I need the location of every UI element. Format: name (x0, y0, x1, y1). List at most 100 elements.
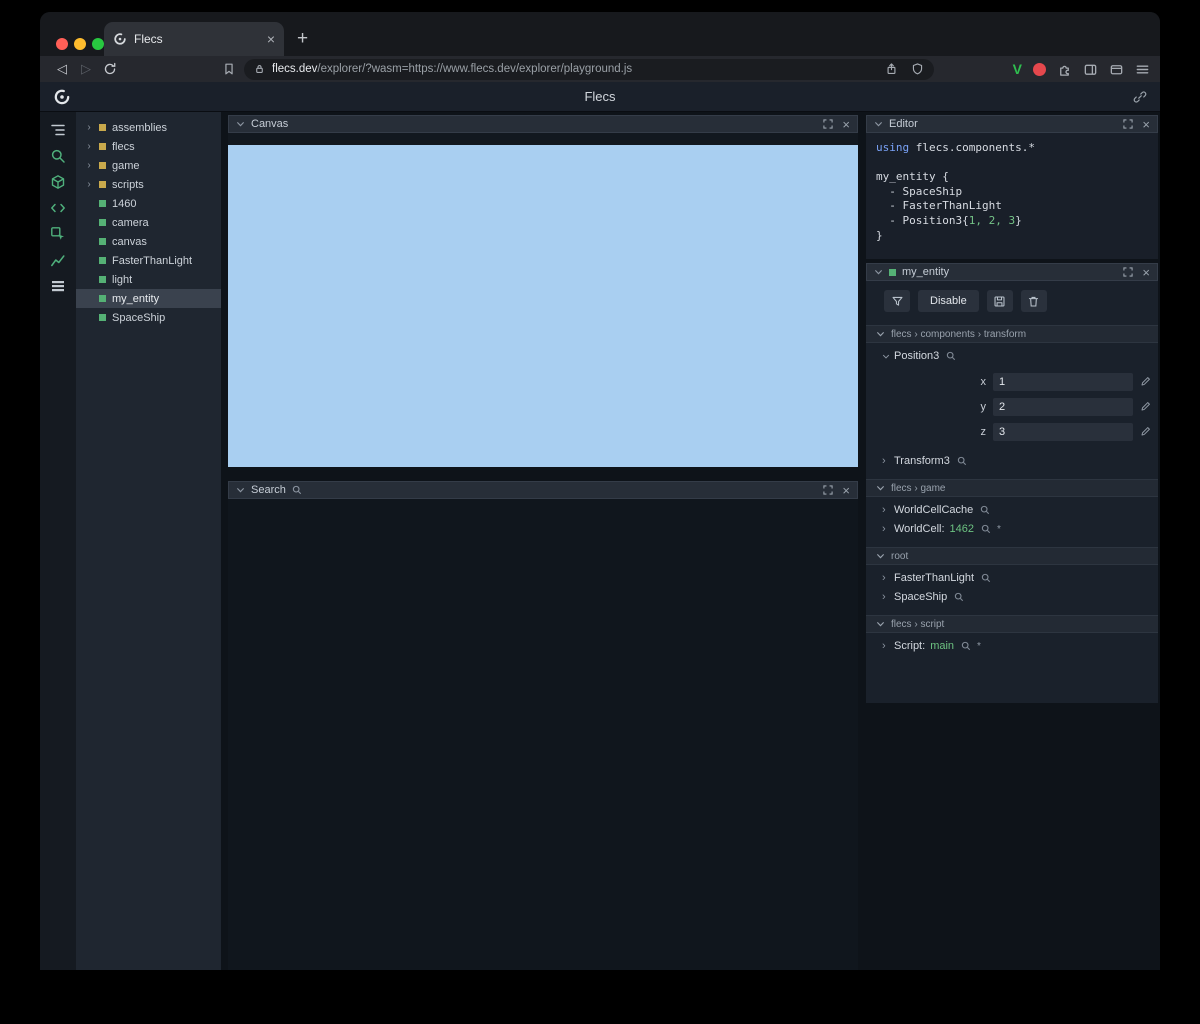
filter-button[interactable] (884, 290, 910, 312)
section-header-script[interactable]: flecs › script (866, 615, 1158, 633)
query-magnifier-icon[interactable] (980, 505, 990, 515)
inspector-picker-icon[interactable] (50, 226, 66, 242)
code-editor[interactable]: using flecs.components.* my_entity { - S… (866, 133, 1158, 259)
query-magnifier-icon[interactable] (946, 351, 956, 361)
query-magnifier-icon[interactable] (954, 592, 964, 602)
collapse-chevron-icon[interactable] (874, 269, 883, 275)
chevron-right-icon[interactable]: › (882, 572, 889, 584)
component-row-worldcell[interactable]: › WorldCell: 1462 * (866, 516, 1158, 535)
back-button[interactable]: ◁ (50, 61, 74, 77)
edit-pencil-icon[interactable] (1140, 401, 1151, 412)
chevron-right-icon[interactable]: › (882, 504, 889, 516)
field-y-input[interactable] (993, 397, 1133, 416)
entity-inspector-panel: my_entity × Disable flecs › components ›… (866, 263, 1158, 703)
v-extension-icon[interactable]: V (1013, 61, 1022, 77)
browser-tab[interactable]: Flecs × (104, 22, 284, 56)
field-x-input[interactable] (993, 372, 1133, 391)
tree-item-game[interactable]: › game (76, 156, 221, 175)
shield-icon[interactable] (911, 62, 924, 76)
component-row-script[interactable]: › Script: main * (866, 633, 1158, 652)
search-icon[interactable] (50, 148, 66, 164)
component-row-transform3[interactable]: › Transform3 (866, 448, 1158, 467)
close-icon[interactable]: × (1142, 118, 1150, 131)
delete-button[interactable] (1020, 290, 1047, 312)
wallet-icon[interactable] (1109, 62, 1124, 77)
chevron-right-icon[interactable]: › (85, 122, 93, 133)
edit-pencil-icon[interactable] (1140, 376, 1151, 387)
expand-icon[interactable] (1123, 119, 1134, 129)
flecs-favicon (113, 32, 127, 46)
close-icon[interactable]: × (1142, 266, 1150, 279)
query-magnifier-icon[interactable] (961, 641, 971, 651)
stats-icon[interactable] (50, 278, 66, 294)
query-magnifier-icon[interactable] (981, 573, 991, 583)
code-editor-icon[interactable] (50, 200, 66, 216)
save-button[interactable] (986, 290, 1013, 312)
tree-item-label: FasterThanLight (112, 254, 193, 267)
component-row-position3[interactable]: Position3 (866, 343, 1158, 362)
section-header-game[interactable]: flecs › game (866, 479, 1158, 497)
tree-view-icon[interactable] (50, 122, 66, 138)
forward-button[interactable]: ▷ (74, 61, 98, 77)
component-row-worldcellcache[interactable]: › WorldCellCache (866, 497, 1158, 516)
share-link-icon[interactable] (1133, 90, 1147, 104)
menu-icon[interactable] (1135, 62, 1150, 77)
chevron-right-icon[interactable]: › (882, 523, 889, 535)
red-extension-icon[interactable] (1033, 62, 1046, 76)
render-canvas[interactable] (228, 145, 858, 467)
entities-cube-icon[interactable] (50, 174, 66, 190)
flecs-logo (53, 88, 71, 106)
close-icon[interactable]: × (842, 484, 850, 497)
panel-actions: × (1123, 118, 1150, 131)
tree-item-my-entity[interactable]: my_entity (76, 289, 221, 308)
minimize-window-button[interactable] (74, 38, 86, 50)
expand-icon[interactable] (823, 119, 834, 129)
query-magnifier-icon[interactable] (981, 524, 991, 534)
expand-icon[interactable] (1123, 267, 1134, 277)
tree-item-canvas[interactable]: canvas (76, 232, 221, 251)
chevron-right-icon[interactable]: › (882, 640, 889, 652)
expand-icon[interactable] (823, 485, 834, 495)
edit-pencil-icon[interactable] (1140, 426, 1151, 437)
tree-item-1460[interactable]: 1460 (76, 194, 221, 213)
collapse-chevron-icon[interactable] (236, 121, 245, 127)
tree-item-camera[interactable]: camera (76, 213, 221, 232)
tree-item-scripts[interactable]: › scripts (76, 175, 221, 194)
new-tab-button[interactable]: + (284, 22, 321, 56)
address-bar[interactable]: flecs.dev/explorer/?wasm=https://www.fle… (244, 58, 934, 80)
section-header-root[interactable]: root (866, 547, 1158, 565)
tree-item-label: SpaceShip (112, 311, 166, 324)
bookmark-icon[interactable] (222, 62, 236, 76)
chevron-right-icon[interactable]: › (85, 179, 93, 190)
code-text: flecs.components.* (909, 141, 1035, 154)
tree-item-spaceship[interactable]: SpaceShip (76, 308, 221, 327)
disable-button[interactable]: Disable (918, 290, 979, 312)
chevron-right-icon[interactable]: › (882, 455, 889, 467)
share-icon[interactable] (885, 62, 898, 76)
chart-icon[interactable] (50, 252, 66, 268)
collapse-chevron-icon[interactable] (874, 121, 883, 127)
sidebar-toggle-icon[interactable] (1083, 62, 1098, 77)
chevron-right-icon[interactable]: › (85, 160, 93, 171)
section-header-transform[interactable]: flecs › components › transform (866, 325, 1158, 343)
component-row-spaceship[interactable]: › SpaceShip (866, 584, 1158, 603)
collapse-chevron-icon[interactable] (236, 487, 245, 493)
component-row-fasterthanlight[interactable]: › FasterThanLight (866, 565, 1158, 584)
tree-item-light[interactable]: light (76, 270, 221, 289)
close-window-button[interactable] (56, 38, 68, 50)
tree-item-fasterthanlight[interactable]: FasterThanLight (76, 251, 221, 270)
close-icon[interactable]: × (842, 118, 850, 131)
search-panel-header: Search × (228, 481, 858, 499)
tab-close-icon[interactable]: × (267, 32, 275, 46)
chevron-right-icon[interactable]: › (85, 141, 93, 152)
tree-item-flecs[interactable]: › flecs (76, 137, 221, 156)
editor-panel: Editor × using flecs.components.* my_ent… (866, 115, 1158, 259)
query-magnifier-icon[interactable] (957, 456, 967, 466)
chevron-right-icon[interactable]: › (882, 591, 889, 603)
zoom-window-button[interactable] (92, 38, 104, 50)
puzzle-extensions-icon[interactable] (1057, 62, 1072, 77)
chevron-down-icon[interactable] (882, 354, 890, 359)
field-z-input[interactable] (993, 422, 1133, 441)
reload-button[interactable] (98, 62, 122, 76)
tree-item-assemblies[interactable]: › assemblies (76, 118, 221, 137)
